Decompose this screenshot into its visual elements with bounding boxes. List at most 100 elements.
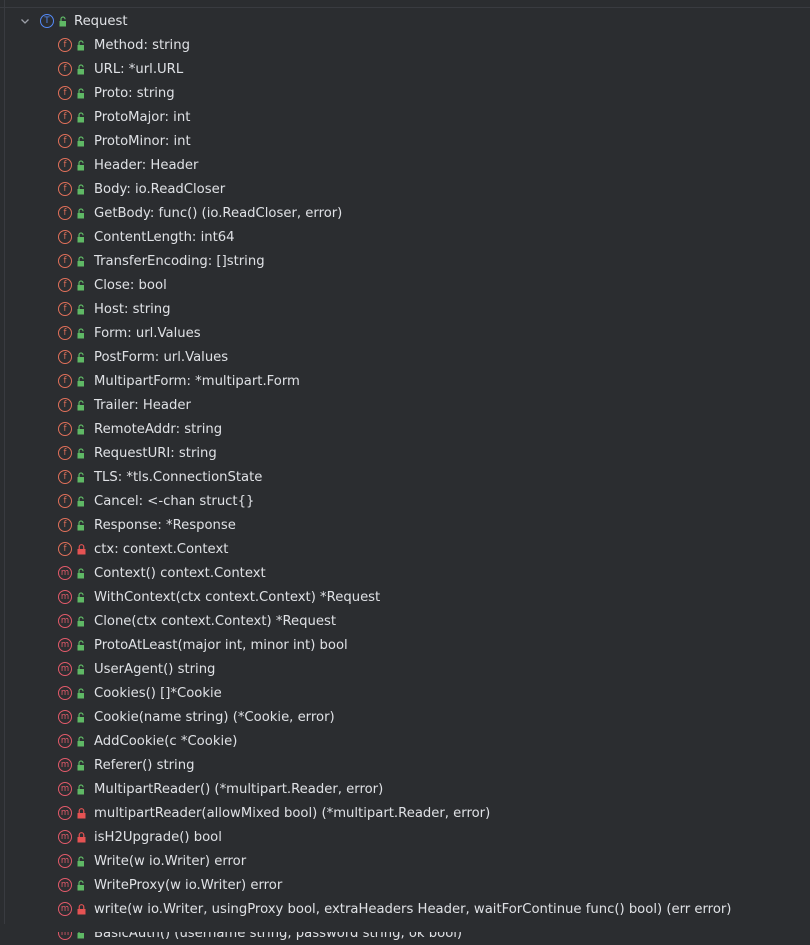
tree-node-method[interactable]: m AddCookie(c *Cookie) [0, 729, 810, 753]
tree-node-label: TransferEncoding: []string [94, 253, 265, 269]
tree-node-field[interactable]: f URL: *url.URL [0, 57, 810, 81]
field-icon: f [58, 470, 72, 484]
tree-node-label: multipartReader(allowMixed bool) (*multi… [94, 805, 491, 821]
tree-node-method[interactable]: m isH2Upgrade() bool [0, 825, 810, 849]
unlocked-icon [76, 495, 86, 507]
scroll-cutoff [0, 924, 810, 932]
unlocked-icon [58, 15, 68, 27]
tree-node-field[interactable]: f ContentLength: int64 [0, 225, 810, 249]
unlocked-icon [76, 351, 86, 363]
unlocked-icon [76, 735, 86, 747]
locked-icon [76, 831, 86, 843]
tree-node-label: Trailer: Header [94, 397, 191, 413]
tree-node-field[interactable]: f TransferEncoding: []string [0, 249, 810, 273]
tree-node-method[interactable]: m Cookies() []*Cookie [0, 681, 810, 705]
tree-node-method[interactable]: m MultipartReader() (*multipart.Reader, e… [0, 777, 810, 801]
unlocked-icon [76, 159, 86, 171]
tree-node-label: ProtoMinor: int [94, 133, 191, 149]
tree-node-method[interactable]: m UserAgent() string [0, 657, 810, 681]
unlocked-icon [76, 327, 86, 339]
structure-tree: T Request f Method: string f URL: *url.URL f… [0, 9, 810, 945]
tree-node-field[interactable]: f Header: Header [0, 153, 810, 177]
tree-node-label: isH2Upgrade() bool [94, 829, 222, 845]
unlocked-icon [76, 303, 86, 315]
field-icon: f [58, 542, 72, 556]
unlocked-icon [76, 207, 86, 219]
tree-node-label: ctx: context.Context [94, 541, 229, 557]
tree-node-label: Body: io.ReadCloser [94, 181, 226, 197]
tree-node-label: MultipartForm: *multipart.Form [94, 373, 300, 389]
tree-node-method[interactable]: m Write(w io.Writer) error [0, 849, 810, 873]
tree-node-field[interactable]: f RequestURI: string [0, 441, 810, 465]
unlocked-icon [76, 447, 86, 459]
field-icon: f [58, 350, 72, 364]
tree-node-method[interactable]: m Clone(ctx context.Context) *Request [0, 609, 810, 633]
tree-node-field[interactable]: f Proto: string [0, 81, 810, 105]
tree-node-method[interactable]: m WriteProxy(w io.Writer) error [0, 873, 810, 897]
panel-top-border [0, 7, 810, 8]
unlocked-icon [76, 183, 86, 195]
field-icon: f [58, 374, 72, 388]
unlocked-icon [76, 783, 86, 795]
tree-node-method[interactable]: m Cookie(name string) (*Cookie, error) [0, 705, 810, 729]
tree-node-label: URL: *url.URL [94, 61, 184, 77]
field-icon: f [58, 134, 72, 148]
tree-node-label: RequestURI: string [94, 445, 217, 461]
tree-node-label: Context() context.Context [94, 565, 266, 581]
tree-node-field[interactable]: f Method: string [0, 33, 810, 57]
tree-node-label: Host: string [94, 301, 171, 317]
unlocked-icon [76, 135, 86, 147]
tree-node-field[interactable]: f ProtoMinor: int [0, 129, 810, 153]
tree-node-field[interactable]: f Response: *Response [0, 513, 810, 537]
tree-node-label: ProtoAtLeast(major int, minor int) bool [94, 637, 348, 653]
tree-node-field[interactable]: f Cancel: <-chan struct{} [0, 489, 810, 513]
tree-node-field[interactable]: f Host: string [0, 297, 810, 321]
field-icon: f [58, 254, 72, 268]
unlocked-icon [76, 639, 86, 651]
tree-node-request[interactable]: T Request [0, 9, 810, 33]
field-icon: f [58, 62, 72, 76]
method-icon: m [58, 854, 72, 868]
field-icon: f [58, 158, 72, 172]
tree-node-label: Cancel: <-chan struct{} [94, 493, 255, 509]
field-icon: f [58, 422, 72, 436]
unlocked-icon [76, 663, 86, 675]
tree-node-field[interactable]: f MultipartForm: *multipart.Form [0, 369, 810, 393]
tree-node-method[interactable]: m multipartReader(allowMixed bool) (*mult… [0, 801, 810, 825]
field-icon: f [58, 494, 72, 508]
tree-node-field[interactable]: f ProtoMajor: int [0, 105, 810, 129]
tree-node-label: Clone(ctx context.Context) *Request [94, 613, 337, 629]
field-icon: f [58, 230, 72, 244]
unlocked-icon [76, 255, 86, 267]
tree-node-method[interactable]: m ProtoAtLeast(major int, minor int) bool [0, 633, 810, 657]
tree-node-method[interactable]: m Context() context.Context [0, 561, 810, 585]
field-icon: f [58, 446, 72, 460]
unlocked-icon [76, 855, 86, 867]
tree-node-field[interactable]: f Trailer: Header [0, 393, 810, 417]
tree-node-field[interactable]: f Form: url.Values [0, 321, 810, 345]
field-icon: f [58, 278, 72, 292]
field-icon: f [58, 518, 72, 532]
locked-icon [76, 807, 86, 819]
method-icon: m [58, 566, 72, 580]
unlocked-icon [76, 399, 86, 411]
method-icon: m [58, 734, 72, 748]
tree-node-method[interactable]: m WithContext(ctx context.Context) *Reque… [0, 585, 810, 609]
tree-node-label: TLS: *tls.ConnectionState [94, 469, 263, 485]
tree-node-method[interactable]: m write(w io.Writer, usingProxy bool, ext… [0, 897, 810, 921]
chevron-down-icon[interactable] [19, 15, 31, 27]
tree-node-field[interactable]: f RemoteAddr: string [0, 417, 810, 441]
tree-node-field[interactable]: f Close: bool [0, 273, 810, 297]
tree-node-field[interactable]: f Body: io.ReadCloser [0, 177, 810, 201]
tree-node-label: Response: *Response [94, 517, 236, 533]
field-icon: f [58, 398, 72, 412]
tree-node-field[interactable]: f TLS: *tls.ConnectionState [0, 465, 810, 489]
tree-node-method[interactable]: m Referer() string [0, 753, 810, 777]
field-icon: f [58, 326, 72, 340]
field-icon: f [58, 110, 72, 124]
tree-node-field[interactable]: f PostForm: url.Values [0, 345, 810, 369]
unlocked-icon [76, 519, 86, 531]
method-icon: m [58, 662, 72, 676]
tree-node-field[interactable]: f ctx: context.Context [0, 537, 810, 561]
tree-node-field[interactable]: f GetBody: func() (io.ReadCloser, error) [0, 201, 810, 225]
